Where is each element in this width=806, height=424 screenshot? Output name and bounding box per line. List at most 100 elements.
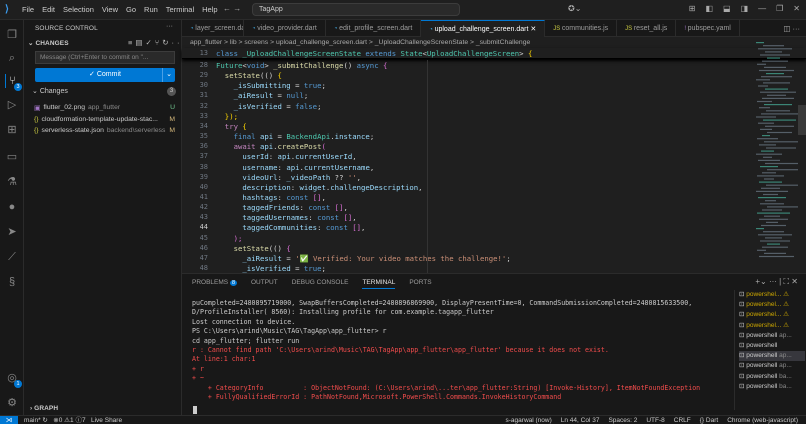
toggle-sidebar-icon[interactable]: ◧ — [705, 4, 713, 13]
minimap-line — [760, 240, 790, 241]
panel-tab-terminal[interactable]: TERMINAL — [362, 279, 395, 289]
changed-file-item[interactable]: {}serverless-state.jsonbackend\serverles… — [34, 127, 179, 137]
code-editor[interactable]: 28Future<void> _submitChallenge() async … — [182, 20, 752, 273]
live-share-icon[interactable]: ➤ — [5, 225, 19, 239]
copilot-icon[interactable]: ✪⌄ — [568, 4, 581, 13]
nav-back-forward-icon[interactable]: ← → — [223, 4, 241, 13]
panel-tab-output[interactable]: OUTPUT — [251, 279, 278, 289]
remote-explorer-icon[interactable]: ▭ — [5, 150, 19, 164]
code-line: _isSubmitting = true; — [234, 81, 326, 90]
terminal-instance[interactable]: ⊡ powershell ap... — [739, 331, 805, 341]
minimap-line — [758, 85, 768, 86]
minimap-line — [756, 154, 782, 155]
minimap-line — [761, 188, 780, 189]
terminal-name: powershel... — [746, 322, 781, 329]
debug-target[interactable]: Chrome (web-javascript) — [727, 416, 798, 424]
commit-button[interactable]: ✓ Commit⌄ — [35, 68, 175, 82]
terminal-instance[interactable]: ⊡ powershel... ⚠ — [739, 310, 805, 320]
close-icon[interactable]: ✕ — [793, 4, 800, 13]
minimap-line — [756, 79, 770, 80]
changed-file-item[interactable]: ▣flutter_02.pngapp_flutterU — [34, 104, 179, 114]
panel-tab-debug-console[interactable]: DEBUG CONSOLE — [292, 279, 349, 289]
indentation[interactable]: Spaces: 2 — [608, 416, 637, 424]
changes-section-header[interactable]: ⌄ CHANGES — [28, 39, 69, 47]
warning-count[interactable]: 1 — [70, 417, 74, 424]
menu-item-selection[interactable]: Selection — [63, 5, 94, 14]
terminal-instance[interactable]: ⊡ powershel... ⚠ — [739, 300, 805, 310]
terminal-instance[interactable]: ⊡ powershell ap... — [739, 351, 805, 361]
panel-tab-ports[interactable]: PORTS — [409, 279, 431, 289]
code-token: api — [260, 132, 273, 141]
python-icon[interactable]: § — [5, 275, 19, 289]
source-control-icon[interactable]: ⑂3 — [5, 74, 19, 88]
flutter-icon[interactable]: ⟋ — [5, 250, 19, 264]
line-ending[interactable]: CRLF — [674, 416, 691, 424]
terminal-instance[interactable]: ⊡ powershel... ⚠ — [739, 321, 805, 331]
scm-toolbar-icons[interactable]: ≡▤✓⑂↻··· — [128, 38, 188, 47]
explorer-icon[interactable]: ❐ — [5, 28, 19, 42]
customize-layout-icon[interactable]: ⊞ — [689, 4, 696, 13]
code-token: setState — [225, 71, 260, 80]
search-icon[interactable]: ⌕ — [5, 51, 19, 65]
terminal-actions[interactable]: +⌄ ··· | ⛶ ✕ — [755, 277, 798, 287]
code-token: challengeDescription — [330, 183, 418, 192]
menu-item-terminal[interactable]: Terminal — [166, 5, 194, 14]
testing-icon[interactable]: ⚗ — [5, 175, 19, 189]
split-editor-icon[interactable]: ◫ ··· — [783, 24, 800, 33]
maximize-icon[interactable]: ❐ — [776, 4, 783, 13]
menu-item-edit[interactable]: Edit — [42, 5, 55, 14]
changes-group[interactable]: ⌄ Changes3 — [32, 87, 178, 95]
info-count[interactable]: 7 — [82, 417, 86, 424]
minimize-icon[interactable]: — — [758, 4, 766, 13]
settings-gear-icon[interactable]: ⚙ — [5, 396, 19, 410]
error-count[interactable]: 0 — [59, 417, 63, 424]
minimap-line — [759, 70, 794, 71]
live-share-status[interactable]: Live Share — [91, 417, 122, 424]
changed-file-item[interactable]: {}cloudformation-template-update-stac...… — [34, 116, 179, 126]
minimap-line — [765, 126, 794, 127]
run-debug-icon[interactable]: ▷ — [5, 98, 19, 112]
terminal-instance[interactable]: ⊡ powershel... ⚠ — [739, 290, 805, 300]
graph-section-header[interactable]: › GRAPH — [30, 405, 58, 412]
terminal-instance[interactable]: ⊡ powershell ba... — [739, 372, 805, 382]
code-token: await — [234, 142, 260, 151]
toggle-panel-icon[interactable]: ⬓ — [723, 4, 731, 13]
git-blame[interactable]: s-agarwal (now) — [506, 416, 552, 424]
file-name: flutter_02.png — [43, 104, 85, 114]
terminal-instance[interactable]: ⊡ powershell ap... — [739, 361, 805, 371]
code-token: = — [273, 91, 286, 100]
menu-item-run[interactable]: Run — [144, 5, 158, 14]
commit-dropdown-chevron-icon[interactable]: ⌄ — [162, 68, 175, 82]
toggle-secondary-sidebar-icon[interactable]: ◨ — [741, 4, 749, 13]
editor-scrollbar[interactable] — [798, 105, 806, 135]
language-mode[interactable]: {} Dart — [700, 416, 718, 424]
cursor-position[interactable]: Ln 44, Col 37 — [561, 416, 600, 424]
panel-tab-label: TERMINAL — [362, 279, 395, 286]
extensions-icon[interactable]: ⊞ — [5, 123, 19, 137]
code-token: false — [295, 102, 317, 111]
code-token: = — [282, 254, 295, 263]
minimap-line — [760, 203, 784, 204]
terminal-instance[interactable]: ⊡ powershell — [739, 341, 805, 351]
code-line: taggedFriends: const [], — [242, 203, 347, 212]
panel-tab-problems[interactable]: PROBLEMS 8 — [192, 279, 237, 289]
encoding[interactable]: UTF-8 — [646, 416, 664, 424]
minimap-line — [757, 138, 778, 139]
terminal-instance[interactable]: ⊡ powershell ba... — [739, 382, 805, 392]
commit-message-input[interactable]: Message (Ctrl+Enter to commit on "... — [35, 51, 175, 64]
accounts-icon[interactable]: ◎1 — [5, 371, 19, 385]
menu-item-view[interactable]: View — [102, 5, 118, 14]
github-icon[interactable]: ● — [5, 200, 19, 214]
more-actions-icon[interactable]: ··· — [166, 23, 173, 30]
accounts-badge: 1 — [14, 380, 22, 388]
command-center-search[interactable]: TagApp — [252, 3, 460, 16]
menu-item-go[interactable]: Go — [126, 5, 136, 14]
menu-item-help[interactable]: Help — [202, 5, 217, 14]
remote-indicator-icon[interactable]: ⋊ — [0, 416, 18, 424]
panel-tab-label: PORTS — [409, 279, 431, 286]
terminal-output[interactable]: puCompleted=2480895719000, SwapBuffersCo… — [182, 294, 732, 416]
menu-item-file[interactable]: File — [22, 5, 34, 14]
minimap[interactable] — [752, 42, 798, 272]
code-token: const — [308, 203, 334, 212]
git-branch[interactable]: main* — [24, 417, 41, 424]
